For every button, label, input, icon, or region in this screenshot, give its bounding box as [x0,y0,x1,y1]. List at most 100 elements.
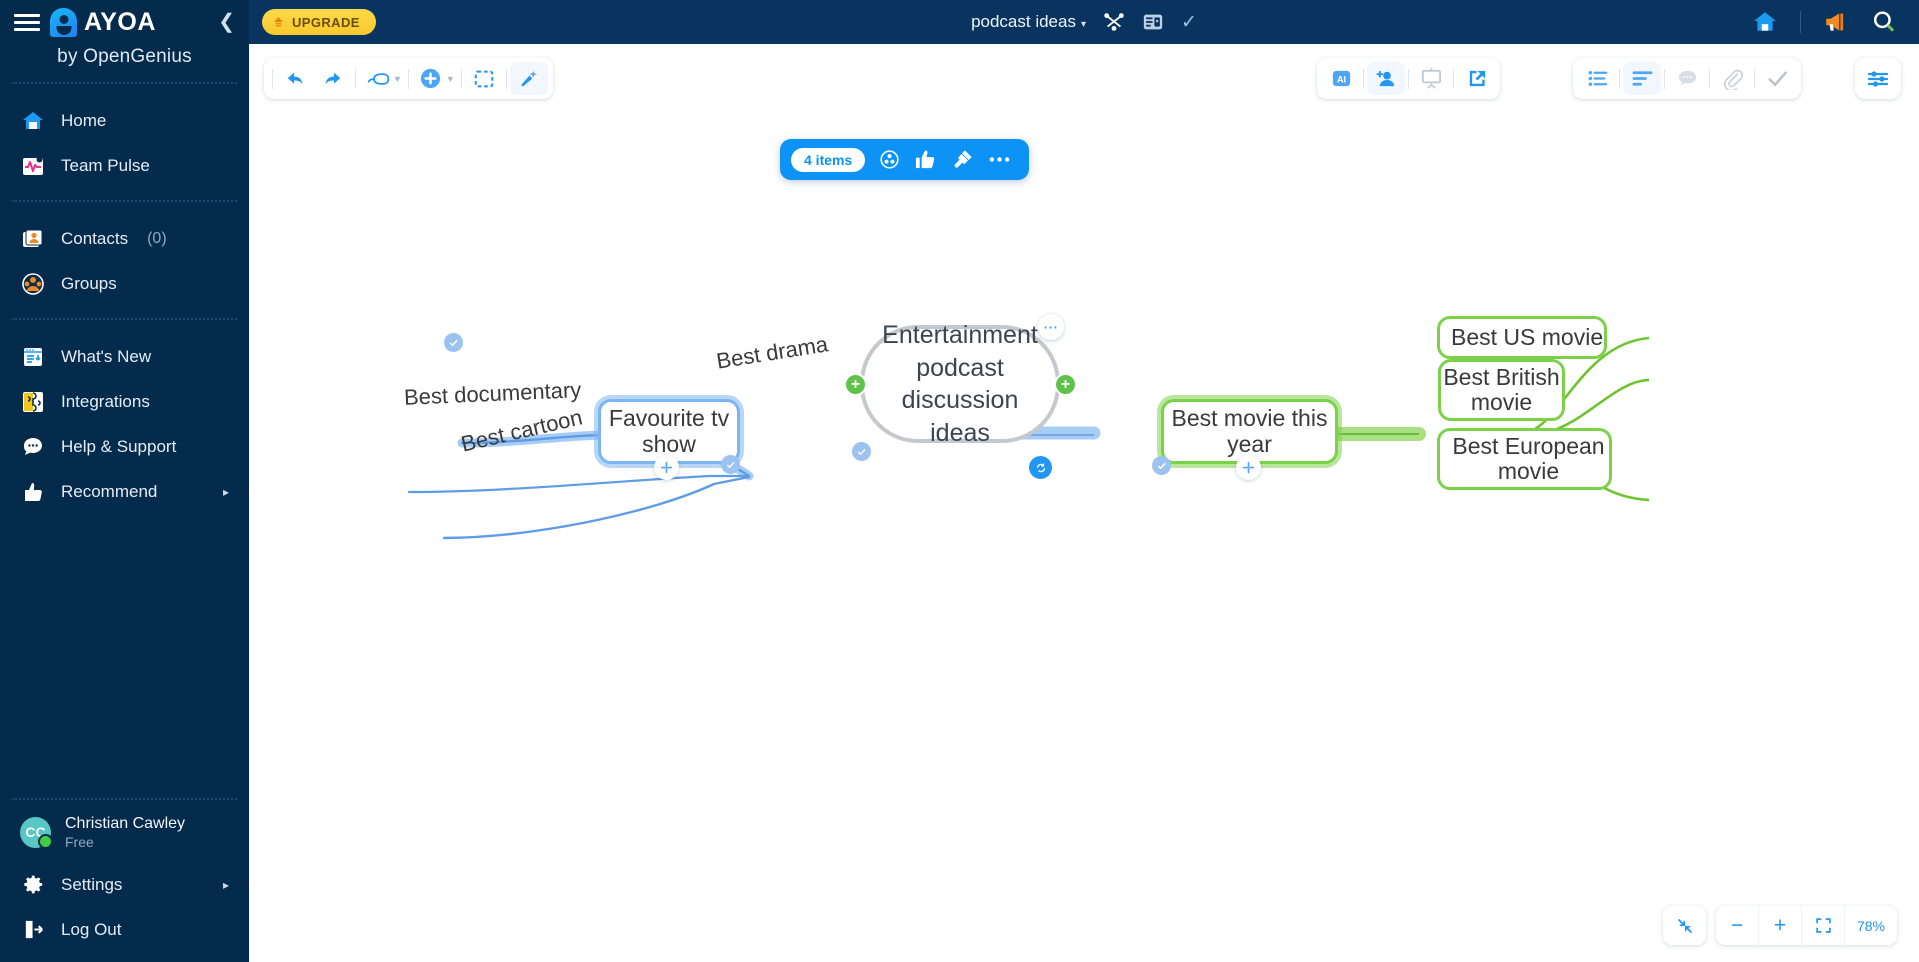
toolbar-separator [505,68,507,89]
select-region-icon[interactable] [465,62,503,95]
sidebar-item-help-support[interactable]: Help & Support [0,424,249,469]
node-best-us-movie[interactable]: Best US movie [1437,316,1607,359]
sidebar-item-groups[interactable]: Groups [0,261,249,306]
done-check-icon[interactable] [1758,62,1796,95]
node-status-check-icon[interactable] [1152,456,1171,475]
lifeboard-icon[interactable] [879,149,900,170]
header-right-actions [1752,9,1919,35]
center-map-icon[interactable] [1663,906,1706,945]
mindmap-view-icon[interactable] [1103,11,1125,33]
home-icon [20,108,46,134]
pulse-icon [20,153,46,179]
leaf-status-check-icon[interactable] [444,333,463,352]
sidebar-item-recommend[interactable]: Recommend ▸ [0,469,249,514]
top-header: UPGRADE podcast ideas ▾ ✓ [249,0,1919,44]
home-icon[interactable] [1752,9,1778,35]
profile-plan: Free [65,834,94,850]
node-sparkle-handle-icon[interactable] [1236,455,1261,480]
zoom-level-label[interactable]: 78% [1845,918,1897,934]
add-child-right-button[interactable]: + [1054,373,1077,396]
sidebar-item-logout[interactable]: Log Out [0,907,249,952]
node-label: Best US movie [1451,323,1604,350]
redo-icon[interactable] [314,62,352,95]
sidebar-item-whats-new[interactable]: What's New [0,334,249,379]
sidebar-group-main: Home Team Pulse [0,84,249,200]
user-profile[interactable]: CC Christian Cawley Free [0,800,249,862]
node-best-european-movie[interactable]: Best European movie [1437,428,1612,490]
node-more-options-icon[interactable]: ⋯ [1038,314,1064,340]
collaboration-toolbar: AI [1317,58,1500,99]
chevron-down-icon: ▾ [1080,19,1086,30]
sidebar-item-home[interactable]: Home [0,98,249,143]
add-node-chevron-down-icon[interactable]: ▼ [446,74,455,84]
align-icon[interactable] [1623,62,1661,95]
sidebar-item-label: Groups [61,273,117,293]
zoom-in-button[interactable]: + [1759,906,1802,945]
undo-icon[interactable] [276,62,314,95]
presentation-icon[interactable] [1412,62,1450,95]
upgrade-button[interactable]: UPGRADE [262,9,376,35]
toolbar-separator [1664,68,1665,89]
sidebar-item-integrations[interactable]: Integrations [0,379,249,424]
ayoa-logo[interactable]: AYOA [50,7,156,37]
header-center: podcast ideas ▾ ✓ [934,11,1234,34]
help-icon [20,434,46,460]
sidebar: AYOA ❮ by OpenGenius Home Team Pulse Con… [0,0,249,962]
sidebar-item-team-pulse[interactable]: Team Pulse [0,143,249,188]
sidebar-item-label: Settings [61,874,123,894]
sidebar-header: AYOA ❮ [0,0,249,44]
magic-wand-icon[interactable] [509,62,548,95]
node-favourite-tv-show[interactable]: Favourite tv show [598,399,740,464]
outline-list-icon[interactable] [1578,62,1616,95]
groups-icon [20,271,46,297]
paint-brush-icon[interactable] [951,148,974,171]
ayoa-logo-mark-icon [50,7,77,37]
sidebar-item-label: Log Out [61,919,122,939]
node-sync-icon[interactable] [1029,456,1052,479]
node-status-check-icon[interactable] [721,455,740,474]
node-label: Favourite tv show [608,405,730,457]
sidebar-item-settings[interactable]: Settings ▸ [0,862,249,907]
hamburger-menu-icon[interactable] [14,13,40,31]
upgrade-button-label: UPGRADE [292,14,360,30]
branch-style-icon[interactable] [359,62,397,95]
branch-style-chevron-down-icon[interactable]: ▼ [393,74,402,84]
ai-icon[interactable]: AI [1322,62,1360,95]
announcements-icon[interactable] [1823,9,1849,35]
fit-to-screen-icon[interactable] [1802,906,1845,945]
attachment-icon[interactable] [1713,62,1751,95]
add-node-icon[interactable] [412,62,450,95]
add-collaborator-icon[interactable] [1367,62,1405,95]
task-check-icon[interactable]: ✓ [1181,11,1197,34]
center-status-check-icon[interactable] [852,442,871,461]
sparkle-icon [1242,461,1255,474]
center-map-box [1663,906,1706,945]
edit-toolbar: ▼ ▼ [264,58,553,99]
toolbar-separator [355,68,356,89]
board-view-icon[interactable] [1142,11,1164,33]
zoom-controls: − + 78% [1663,906,1897,945]
node-sparkle-handle-icon[interactable] [654,455,679,480]
toolbar-separator [272,68,273,89]
more-options-icon[interactable] [988,155,1011,164]
node-center-entertainment-podcast[interactable]: Entertainment podcast discussion ideas [860,321,1060,447]
collapse-sidebar-icon[interactable]: ❮ [218,12,235,32]
search-icon[interactable] [1871,9,1897,35]
map-settings-icon[interactable] [1859,62,1897,95]
share-export-icon[interactable] [1457,62,1495,95]
comment-icon[interactable] [1668,62,1706,95]
mindmap-canvas[interactable]: Best drama Best documentary Best cartoon… [249,44,1919,962]
sidebar-item-label: Integrations [61,391,150,411]
thumbs-up-icon[interactable] [914,148,937,171]
check-icon [726,461,735,469]
zoom-out-button[interactable]: − [1716,906,1759,945]
map-title[interactable]: podcast ideas ▾ [971,12,1086,32]
header-separator [1800,11,1801,33]
toolbar-separator [1619,68,1620,89]
sidebar-item-contacts[interactable]: Contacts (0) [0,216,249,261]
toolbar-separator [1363,68,1364,89]
node-best-british-movie[interactable]: Best British movie [1438,359,1565,421]
selection-count-badge[interactable]: 4 items [791,147,866,172]
add-child-left-button[interactable]: + [844,373,867,396]
check-icon [449,339,458,347]
